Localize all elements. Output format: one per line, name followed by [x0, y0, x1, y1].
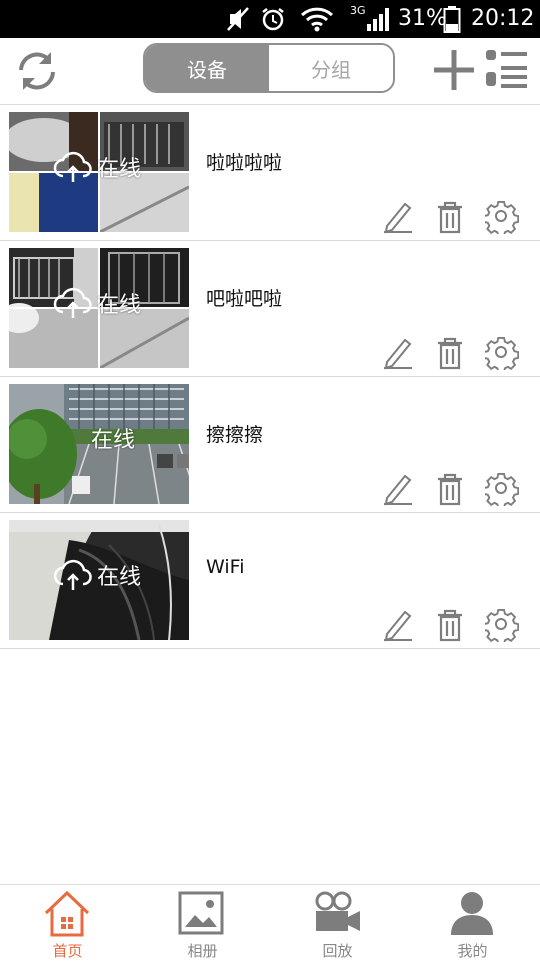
edit-icon[interactable] [381, 472, 415, 506]
nav-profile-label: 我的 [457, 942, 488, 960]
nav-playback[interactable]: 回放 [270, 885, 405, 961]
device-row[interactable]: 在线 吧啦吧啦 [0, 240, 540, 377]
online-indicator: 在线 [53, 422, 135, 454]
refresh-icon[interactable] [12, 46, 62, 96]
cloud-upload-icon [53, 151, 92, 182]
online-indicator: 在线 [53, 558, 141, 592]
settings-icon[interactable] [485, 336, 519, 370]
clock: 20:12 [471, 6, 535, 31]
delete-icon[interactable] [433, 336, 467, 370]
album-icon [178, 891, 224, 935]
device-row[interactable]: 在线 啦啦啦啦 [0, 104, 540, 241]
delete-icon[interactable] [433, 472, 467, 506]
network-type: 3G [350, 4, 366, 17]
online-indicator: 在线 [53, 150, 141, 184]
edit-icon[interactable] [381, 608, 415, 642]
signal-icon [367, 8, 389, 31]
list-view-icon[interactable] [486, 48, 528, 92]
wifi-icon [300, 7, 334, 32]
camera-thumbnail[interactable]: 在线 [9, 112, 189, 232]
tab-groups[interactable]: 分组 [269, 45, 393, 91]
cloud-upload-icon [53, 559, 92, 590]
nav-album-label: 相册 [187, 942, 218, 960]
mute-icon [227, 7, 249, 31]
tab-devices[interactable]: 设备 [145, 45, 269, 91]
delete-icon[interactable] [433, 608, 467, 642]
nav-album[interactable]: 相册 [135, 885, 270, 961]
nav-home[interactable]: 首页 [0, 885, 135, 961]
cloud-upload-icon [53, 287, 92, 318]
device-name: WiFi [206, 556, 245, 578]
bottom-nav: 首页 相册 回放 我的 [0, 884, 540, 961]
delete-icon[interactable] [433, 200, 467, 234]
video-camera-icon [315, 891, 360, 931]
home-icon [44, 890, 90, 937]
camera-thumbnail[interactable]: 在线 [9, 384, 189, 504]
nav-profile[interactable]: 我的 [405, 885, 540, 961]
edit-icon[interactable] [381, 336, 415, 370]
online-status: 在线 [91, 428, 136, 453]
user-icon [451, 892, 493, 935]
online-status: 在线 [97, 565, 142, 590]
device-row[interactable]: 在线 擦擦擦 [0, 376, 540, 513]
camera-thumbnail[interactable]: 在线 [9, 248, 189, 368]
status-bar: 3G 31% 20:12 [0, 0, 540, 38]
edit-icon[interactable] [381, 200, 415, 234]
nav-home-label: 首页 [52, 942, 83, 960]
settings-icon[interactable] [485, 608, 519, 642]
battery-icon [443, 6, 461, 33]
battery-percent: 31% [398, 6, 447, 31]
settings-icon[interactable] [485, 200, 519, 234]
settings-icon[interactable] [485, 472, 519, 506]
online-status: 在线 [97, 293, 142, 318]
online-status: 在线 [97, 157, 142, 182]
camera-thumbnail[interactable]: 在线 [9, 520, 189, 640]
device-name: 吧啦吧啦 [206, 288, 283, 310]
add-icon[interactable] [432, 48, 476, 92]
device-name: 啦啦啦啦 [206, 152, 283, 174]
top-bar: 设备 分组 [0, 38, 540, 105]
device-row[interactable]: 在线 WiFi [0, 512, 540, 649]
view-segment: 设备 分组 [143, 43, 395, 93]
alarm-icon [262, 8, 284, 31]
online-indicator: 在线 [53, 286, 141, 320]
device-name: 擦擦擦 [206, 424, 264, 446]
nav-playback-label: 回放 [322, 942, 353, 960]
